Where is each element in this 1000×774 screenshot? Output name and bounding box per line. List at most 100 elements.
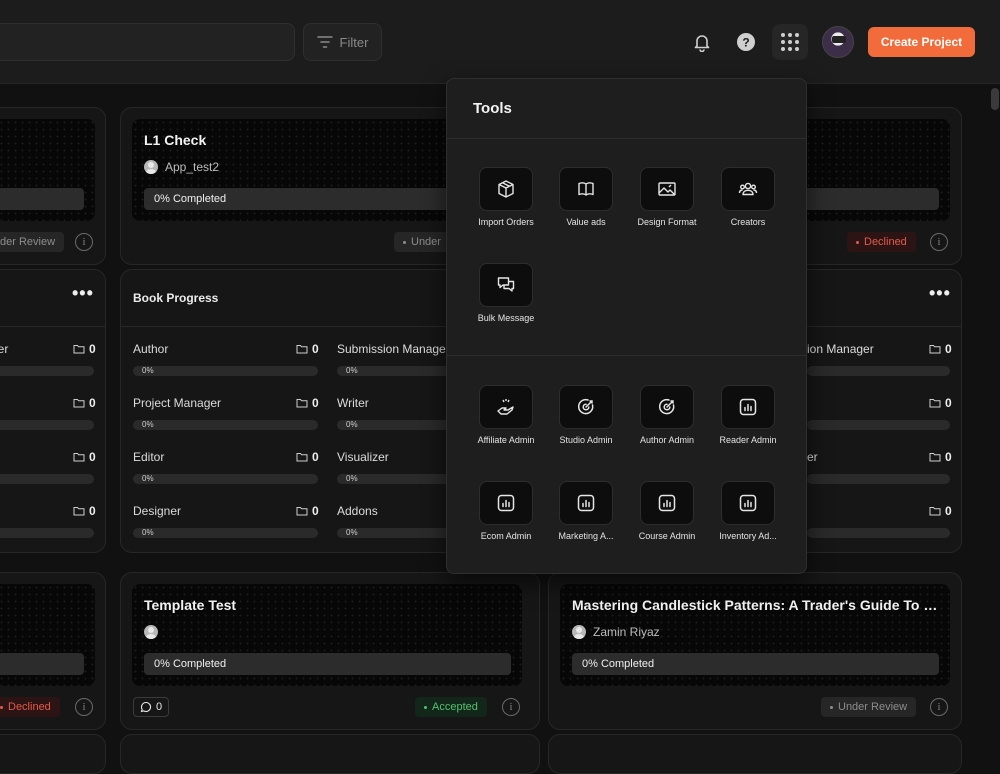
folder-icon bbox=[929, 453, 941, 462]
tools-dropdown: Tools Import Orders Value ads Design For… bbox=[446, 78, 807, 574]
folder-icon bbox=[73, 453, 85, 462]
role-label: Writer bbox=[337, 396, 369, 410]
tool-value-ads[interactable]: Value ads bbox=[546, 167, 626, 227]
tools-title: Tools bbox=[473, 100, 512, 117]
role-progress-bar: 0% bbox=[133, 420, 318, 430]
search-input[interactable] bbox=[0, 23, 295, 61]
scrollbar-track[interactable] bbox=[990, 84, 1000, 750]
users-icon bbox=[738, 182, 758, 196]
hand-coin-icon bbox=[497, 399, 514, 415]
image-icon bbox=[658, 182, 676, 196]
tool-import-orders[interactable]: Import Orders bbox=[466, 167, 546, 227]
folder-icon bbox=[296, 507, 308, 516]
tool-studio-admin[interactable]: Studio Admin bbox=[546, 385, 626, 445]
divider bbox=[447, 138, 806, 139]
tool-marketing-admin[interactable]: Marketing A... bbox=[546, 481, 626, 541]
role-count: 0 bbox=[929, 450, 952, 464]
role-progress-bar bbox=[0, 366, 94, 376]
role-count: 0 bbox=[73, 342, 96, 356]
filter-icon bbox=[316, 36, 333, 48]
status-badge: Accepted bbox=[415, 697, 487, 717]
create-project-button[interactable]: Create Project bbox=[868, 27, 975, 57]
user-avatar[interactable] bbox=[822, 26, 854, 58]
user-icon bbox=[572, 625, 586, 639]
project-card-mastering[interactable]: Mastering Candlestick Patterns: A Trader… bbox=[548, 572, 962, 730]
role-count: 0 bbox=[929, 342, 952, 356]
svg-text:?: ? bbox=[742, 36, 749, 50]
role-count: 0 bbox=[296, 396, 319, 410]
status-badge: der Review bbox=[0, 232, 65, 252]
chart-icon bbox=[497, 494, 515, 512]
role-progress-bar: 0% bbox=[133, 366, 318, 376]
role-label: ger bbox=[0, 342, 9, 356]
tool-ecom-admin[interactable]: Ecom Admin bbox=[466, 481, 546, 541]
card-user: Zamin Riyaz bbox=[572, 625, 660, 639]
card-title: L1 Check bbox=[144, 132, 207, 148]
grid-icon bbox=[781, 33, 799, 51]
tool-bulk-message[interactable]: Bulk Message bbox=[466, 263, 546, 323]
progress-bar bbox=[0, 653, 84, 675]
tool-course-admin[interactable]: Course Admin bbox=[627, 481, 707, 541]
project-card[interactable] bbox=[120, 734, 540, 774]
info-icon[interactable]: i bbox=[75, 233, 93, 251]
box-icon bbox=[498, 180, 514, 198]
card-user: App_test2 bbox=[144, 160, 219, 174]
book-icon bbox=[578, 182, 594, 196]
folder-icon bbox=[73, 399, 85, 408]
notification-button[interactable] bbox=[684, 24, 720, 60]
info-icon[interactable]: i bbox=[930, 233, 948, 251]
status-badge: Under Review bbox=[821, 697, 917, 717]
tool-design-format[interactable]: Design Format bbox=[627, 167, 707, 227]
role-progress-bar bbox=[807, 528, 950, 538]
project-card[interactable] bbox=[0, 734, 106, 774]
tool-inventory-admin[interactable]: Inventory Ad... bbox=[708, 481, 788, 541]
card-user bbox=[144, 625, 165, 639]
more-options-icon[interactable]: ••• bbox=[929, 283, 951, 304]
chart-icon bbox=[739, 494, 757, 512]
role-progress-bar: 0% bbox=[133, 528, 318, 538]
role-progress-bar bbox=[0, 528, 94, 538]
book-progress-card-left: ••• ger 0 0 0 0 bbox=[0, 269, 106, 553]
tool-creators[interactable]: Creators bbox=[708, 167, 788, 227]
folder-icon bbox=[929, 507, 941, 516]
project-card-left-top[interactable]: der Review i bbox=[0, 107, 106, 265]
role-label: Visualizer bbox=[337, 450, 389, 464]
role-count: 0 bbox=[73, 450, 96, 464]
role-label: Submission Manager bbox=[337, 342, 450, 356]
folder-icon bbox=[73, 345, 85, 354]
divider bbox=[447, 355, 806, 356]
apps-button[interactable] bbox=[772, 24, 808, 60]
progress-bar: 0% Completed bbox=[572, 653, 939, 675]
role-label: Designer bbox=[133, 504, 182, 518]
project-card-left-bottom[interactable]: Declined i bbox=[0, 572, 106, 730]
help-button[interactable]: ? bbox=[728, 24, 764, 60]
progress-bar: 0% Completed bbox=[144, 653, 511, 675]
tool-affiliate-admin[interactable]: Affiliate Admin bbox=[466, 385, 546, 445]
tool-author-admin[interactable]: Author Admin bbox=[627, 385, 707, 445]
folder-icon bbox=[929, 399, 941, 408]
comment-count[interactable]: 0 bbox=[133, 697, 170, 717]
info-icon[interactable]: i bbox=[502, 698, 520, 716]
role-count: 0 bbox=[296, 504, 319, 518]
status-badge: Declined bbox=[0, 697, 60, 717]
tool-reader-admin[interactable]: Reader Admin bbox=[708, 385, 788, 445]
role-progress-bar bbox=[807, 474, 950, 484]
role-progress-bar bbox=[807, 366, 950, 376]
filter-button[interactable]: Filter bbox=[303, 23, 382, 61]
divider bbox=[0, 326, 105, 327]
project-card[interactable] bbox=[548, 734, 962, 774]
comment-icon bbox=[140, 701, 152, 713]
more-options-icon[interactable]: ••• bbox=[72, 283, 94, 304]
role-progress-bar bbox=[0, 474, 94, 484]
info-icon[interactable]: i bbox=[930, 698, 948, 716]
role-label: er bbox=[807, 450, 818, 464]
user-icon bbox=[144, 160, 158, 174]
info-icon[interactable]: i bbox=[75, 698, 93, 716]
target-icon bbox=[577, 398, 594, 415]
role-count: 0 bbox=[73, 396, 96, 410]
role-progress-bar: 0% bbox=[133, 474, 318, 484]
role-count: 0 bbox=[296, 450, 319, 464]
project-card-template-test[interactable]: Template Test 0% Completed 0 Accepted i bbox=[120, 572, 540, 730]
scrollbar-thumb[interactable] bbox=[991, 88, 999, 110]
chart-icon bbox=[739, 398, 757, 416]
